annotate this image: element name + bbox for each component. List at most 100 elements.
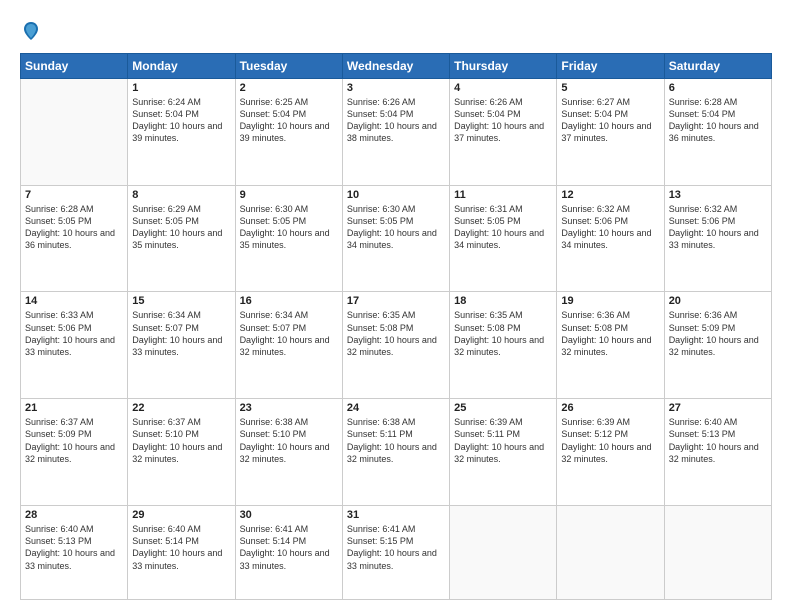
day-number: 2	[240, 82, 338, 94]
day-number: 7	[25, 189, 123, 201]
calendar-cell	[557, 506, 664, 600]
calendar-table: SundayMondayTuesdayWednesdayThursdayFrid…	[20, 53, 772, 600]
day-header-friday: Friday	[557, 53, 664, 78]
day-number: 6	[669, 82, 767, 94]
cell-content: Sunrise: 6:34 AM Sunset: 5:07 PM Dayligh…	[240, 309, 338, 358]
day-number: 27	[669, 402, 767, 414]
cell-content: Sunrise: 6:28 AM Sunset: 5:05 PM Dayligh…	[25, 203, 123, 252]
cell-content: Sunrise: 6:26 AM Sunset: 5:04 PM Dayligh…	[347, 96, 445, 145]
cell-content: Sunrise: 6:35 AM Sunset: 5:08 PM Dayligh…	[454, 309, 552, 358]
cell-content: Sunrise: 6:40 AM Sunset: 5:13 PM Dayligh…	[669, 416, 767, 465]
logo	[20, 22, 40, 47]
day-number: 29	[132, 509, 230, 521]
calendar-cell: 6 Sunrise: 6:28 AM Sunset: 5:04 PM Daylig…	[664, 78, 771, 185]
calendar-cell: 15 Sunrise: 6:34 AM Sunset: 5:07 PM Dayli…	[128, 292, 235, 399]
day-number: 12	[561, 189, 659, 201]
day-header-monday: Monday	[128, 53, 235, 78]
day-number: 3	[347, 82, 445, 94]
calendar-cell: 3 Sunrise: 6:26 AM Sunset: 5:04 PM Daylig…	[342, 78, 449, 185]
calendar-cell: 24 Sunrise: 6:38 AM Sunset: 5:11 PM Dayli…	[342, 399, 449, 506]
calendar-cell: 23 Sunrise: 6:38 AM Sunset: 5:10 PM Dayli…	[235, 399, 342, 506]
day-number: 15	[132, 295, 230, 307]
page: SundayMondayTuesdayWednesdayThursdayFrid…	[0, 0, 792, 612]
cell-content: Sunrise: 6:35 AM Sunset: 5:08 PM Dayligh…	[347, 309, 445, 358]
cell-content: Sunrise: 6:30 AM Sunset: 5:05 PM Dayligh…	[240, 203, 338, 252]
calendar-cell: 28Sunrise: 6:40 AM Sunset: 5:13 PM Dayli…	[21, 506, 128, 600]
calendar-cell: 31Sunrise: 6:41 AM Sunset: 5:15 PM Dayli…	[342, 506, 449, 600]
day-number: 25	[454, 402, 552, 414]
cell-content: Sunrise: 6:26 AM Sunset: 5:04 PM Dayligh…	[454, 96, 552, 145]
cell-content: Sunrise: 6:41 AM Sunset: 5:14 PM Dayligh…	[240, 523, 338, 572]
day-number: 26	[561, 402, 659, 414]
calendar-week-4: 21Sunrise: 6:37 AM Sunset: 5:09 PM Dayli…	[21, 399, 772, 506]
logo-icon	[22, 20, 40, 42]
cell-content: Sunrise: 6:30 AM Sunset: 5:05 PM Dayligh…	[347, 203, 445, 252]
day-number: 5	[561, 82, 659, 94]
calendar-cell: 4 Sunrise: 6:26 AM Sunset: 5:04 PM Daylig…	[450, 78, 557, 185]
day-number: 30	[240, 509, 338, 521]
cell-content: Sunrise: 6:36 AM Sunset: 5:08 PM Dayligh…	[561, 309, 659, 358]
calendar-cell: 29 Sunrise: 6:40 AM Sunset: 5:14 PM Dayli…	[128, 506, 235, 600]
calendar-cell: 2 Sunrise: 6:25 AM Sunset: 5:04 PM Daylig…	[235, 78, 342, 185]
cell-content: Sunrise: 6:29 AM Sunset: 5:05 PM Dayligh…	[132, 203, 230, 252]
cell-content: Sunrise: 6:38 AM Sunset: 5:11 PM Dayligh…	[347, 416, 445, 465]
calendar-header-row: SundayMondayTuesdayWednesdayThursdayFrid…	[21, 53, 772, 78]
calendar-cell: 1Sunrise: 6:24 AM Sunset: 5:04 PM Daylig…	[128, 78, 235, 185]
calendar-cell: 11Sunrise: 6:31 AM Sunset: 5:05 PM Dayli…	[450, 185, 557, 292]
cell-content: Sunrise: 6:37 AM Sunset: 5:09 PM Dayligh…	[25, 416, 123, 465]
logo-text	[20, 22, 40, 47]
calendar-cell: 27 Sunrise: 6:40 AM Sunset: 5:13 PM Dayli…	[664, 399, 771, 506]
header	[20, 18, 772, 47]
day-number: 8	[132, 189, 230, 201]
calendar-cell	[450, 506, 557, 600]
cell-content: Sunrise: 6:25 AM Sunset: 5:04 PM Dayligh…	[240, 96, 338, 145]
cell-content: Sunrise: 6:28 AM Sunset: 5:04 PM Dayligh…	[669, 96, 767, 145]
cell-content: Sunrise: 6:40 AM Sunset: 5:14 PM Dayligh…	[132, 523, 230, 572]
calendar-cell: 7 Sunrise: 6:28 AM Sunset: 5:05 PM Daylig…	[21, 185, 128, 292]
calendar-cell: 13 Sunrise: 6:32 AM Sunset: 5:06 PM Dayli…	[664, 185, 771, 292]
cell-content: Sunrise: 6:24 AM Sunset: 5:04 PM Dayligh…	[132, 96, 230, 145]
day-number: 24	[347, 402, 445, 414]
day-number: 13	[669, 189, 767, 201]
day-number: 9	[240, 189, 338, 201]
day-number: 17	[347, 295, 445, 307]
day-number: 20	[669, 295, 767, 307]
day-header-thursday: Thursday	[450, 53, 557, 78]
day-number: 14	[25, 295, 123, 307]
calendar-cell: 9 Sunrise: 6:30 AM Sunset: 5:05 PM Daylig…	[235, 185, 342, 292]
calendar-cell: 22Sunrise: 6:37 AM Sunset: 5:10 PM Dayli…	[128, 399, 235, 506]
cell-content: Sunrise: 6:41 AM Sunset: 5:15 PM Dayligh…	[347, 523, 445, 572]
day-header-saturday: Saturday	[664, 53, 771, 78]
calendar-week-3: 14Sunrise: 6:33 AM Sunset: 5:06 PM Dayli…	[21, 292, 772, 399]
day-number: 19	[561, 295, 659, 307]
day-number: 4	[454, 82, 552, 94]
calendar-cell	[664, 506, 771, 600]
day-number: 22	[132, 402, 230, 414]
cell-content: Sunrise: 6:31 AM Sunset: 5:05 PM Dayligh…	[454, 203, 552, 252]
calendar-week-2: 7 Sunrise: 6:28 AM Sunset: 5:05 PM Daylig…	[21, 185, 772, 292]
calendar-cell: 14Sunrise: 6:33 AM Sunset: 5:06 PM Dayli…	[21, 292, 128, 399]
calendar-cell: 16Sunrise: 6:34 AM Sunset: 5:07 PM Dayli…	[235, 292, 342, 399]
day-number: 18	[454, 295, 552, 307]
day-header-sunday: Sunday	[21, 53, 128, 78]
cell-content: Sunrise: 6:36 AM Sunset: 5:09 PM Dayligh…	[669, 309, 767, 358]
calendar-cell: 5 Sunrise: 6:27 AM Sunset: 5:04 PM Daylig…	[557, 78, 664, 185]
day-header-tuesday: Tuesday	[235, 53, 342, 78]
calendar-cell: 25Sunrise: 6:39 AM Sunset: 5:11 PM Dayli…	[450, 399, 557, 506]
cell-content: Sunrise: 6:38 AM Sunset: 5:10 PM Dayligh…	[240, 416, 338, 465]
cell-content: Sunrise: 6:40 AM Sunset: 5:13 PM Dayligh…	[25, 523, 123, 572]
calendar-week-1: 1Sunrise: 6:24 AM Sunset: 5:04 PM Daylig…	[21, 78, 772, 185]
cell-content: Sunrise: 6:34 AM Sunset: 5:07 PM Dayligh…	[132, 309, 230, 358]
cell-content: Sunrise: 6:32 AM Sunset: 5:06 PM Dayligh…	[669, 203, 767, 252]
calendar-cell: 19 Sunrise: 6:36 AM Sunset: 5:08 PM Dayli…	[557, 292, 664, 399]
cell-content: Sunrise: 6:27 AM Sunset: 5:04 PM Dayligh…	[561, 96, 659, 145]
calendar-cell: 17 Sunrise: 6:35 AM Sunset: 5:08 PM Dayli…	[342, 292, 449, 399]
cell-content: Sunrise: 6:39 AM Sunset: 5:12 PM Dayligh…	[561, 416, 659, 465]
day-number: 23	[240, 402, 338, 414]
calendar-cell: 10Sunrise: 6:30 AM Sunset: 5:05 PM Dayli…	[342, 185, 449, 292]
calendar-cell: 21Sunrise: 6:37 AM Sunset: 5:09 PM Dayli…	[21, 399, 128, 506]
cell-content: Sunrise: 6:32 AM Sunset: 5:06 PM Dayligh…	[561, 203, 659, 252]
calendar-cell: 12 Sunrise: 6:32 AM Sunset: 5:06 PM Dayli…	[557, 185, 664, 292]
calendar-cell: 20 Sunrise: 6:36 AM Sunset: 5:09 PM Dayli…	[664, 292, 771, 399]
calendar-cell: 30 Sunrise: 6:41 AM Sunset: 5:14 PM Dayli…	[235, 506, 342, 600]
